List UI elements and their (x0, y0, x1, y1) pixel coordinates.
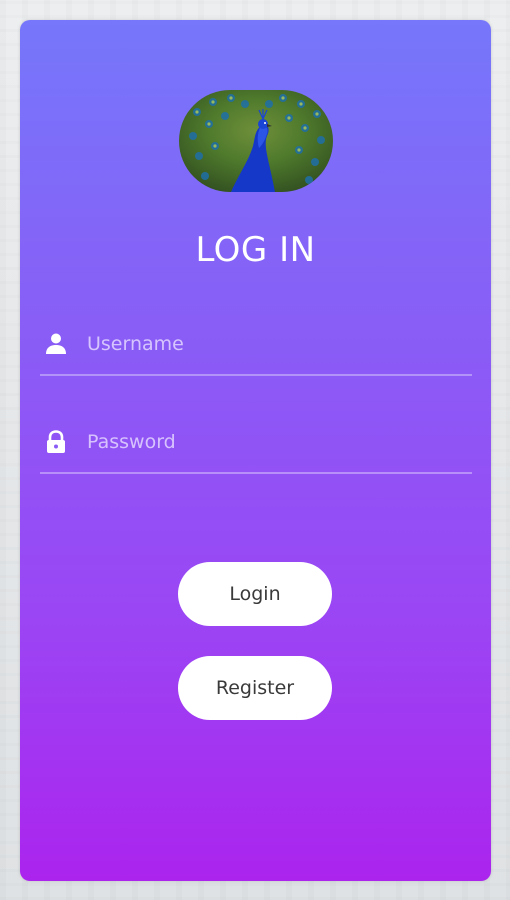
login-button[interactable]: Login (178, 562, 332, 626)
lock-icon (45, 430, 67, 454)
username-input[interactable] (87, 328, 457, 360)
user-icon (45, 332, 67, 356)
page-title: LOG IN (195, 230, 316, 270)
register-button[interactable]: Register (178, 656, 332, 720)
username-field (40, 314, 472, 376)
password-input[interactable] (87, 426, 457, 458)
peacock-avatar-image (179, 90, 333, 192)
password-field (40, 412, 472, 474)
login-card: LOG IN Login Register (20, 20, 491, 881)
